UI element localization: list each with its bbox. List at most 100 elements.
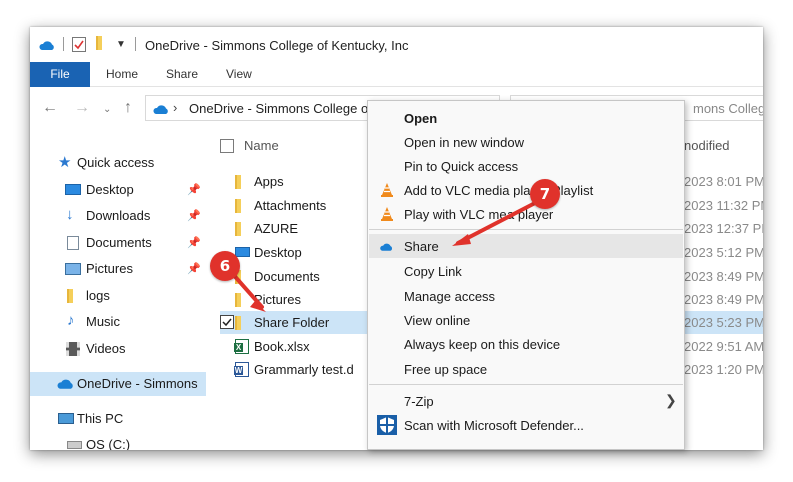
tab-view[interactable]: View [226,62,252,87]
file-name: Book.xlsx [254,339,310,354]
customize-toolbar-icon[interactable]: ▼ [116,39,126,50]
file-row-grammarly-test[interactable]: W Grammarly test.d [220,358,372,381]
menu-item-label: Free up space [404,362,488,377]
menu-item-open-new-window[interactable]: Open in new window [369,130,683,154]
tab-file[interactable]: File [30,62,90,87]
breadcrumb[interactable]: OneDrive - Simmons College o [189,101,368,116]
column-header-date-modified[interactable]: nodified [684,138,730,153]
nav-item-music[interactable]: ♪ Music [30,310,206,334]
tab-home[interactable]: Home [106,62,138,87]
file-row-desktop[interactable]: Desktop [220,241,372,264]
menu-item-label: Scan with Microsoft Defender... [404,418,584,433]
select-all-checkbox[interactable] [220,139,234,153]
file-name: Attachments [254,198,327,213]
row-checkbox[interactable] [220,315,234,329]
document-icon [67,236,79,250]
file-row-book-xlsx[interactable]: X Book.xlsx [220,335,372,358]
folder-icon [235,316,250,331]
nav-item-label: Music [86,314,120,329]
nav-item-label: logs [86,288,110,303]
folder-icon [235,222,250,237]
menu-item-share[interactable]: Share [369,234,683,258]
file-name: Apps [254,174,284,189]
folder-icon [235,199,250,214]
file-row-azure[interactable]: AZURE [220,217,372,240]
file-row-attachments[interactable]: Attachments [220,194,372,217]
vlc-icon [379,182,395,198]
menu-item-label-suffix: a player [507,207,554,222]
onedrive-icon [38,39,55,54]
file-row-share-folder[interactable]: Share Folder [220,311,372,334]
date-modified: 2023 1:20 PM [684,362,763,377]
menu-item-label: Open [404,111,438,126]
title-separator [63,37,64,51]
breadcrumb-chevron-icon[interactable]: › [173,100,177,115]
vlc-icon [379,206,395,222]
pin-icon: 📌 [187,210,201,222]
folder-icon [67,289,83,305]
nav-item-logs[interactable]: logs [30,284,206,308]
column-header-name[interactable]: Name [244,138,279,153]
word-icon: W [234,362,249,377]
nav-item-downloads[interactable]: ↓ Downloads 📌 [30,204,206,228]
menu-item-scan-defender[interactable]: Scan with Microsoft Defender... [369,413,683,437]
forward-arrow-icon[interactable]: → [74,100,90,116]
date-modified: 2022 9:51 AM [684,339,763,354]
menu-item-manage-access[interactable]: Manage access [369,284,683,308]
back-arrow-icon[interactable]: ← [42,100,58,116]
ribbon-tabs: File Home Share View [30,60,763,87]
menu-item-always-keep[interactable]: Always keep on this device [369,332,683,356]
menu-item-view-online[interactable]: View online [369,308,683,332]
window-title: OneDrive - Simmons College of Kentucky, … [145,38,409,53]
date-modified: 2023 11:32 PM [684,198,763,213]
file-name: Pictures [254,292,301,307]
menu-item-7-zip[interactable]: 7-Zip ❯ [369,389,683,413]
pictures-icon [65,263,81,275]
file-name: Share Folder [254,315,330,330]
submenu-chevron-icon: ❯ [665,392,677,408]
screenshot-stage: ▼ OneDrive - Simmons College of Kentucky… [0,0,793,482]
nav-item-label: Desktop [86,182,134,197]
file-row-pictures[interactable]: Pictures [220,288,372,311]
nav-item-onedrive[interactable]: OneDrive - Simmons [30,372,206,396]
menu-separator [369,229,683,230]
tab-share[interactable]: Share [166,62,198,87]
nav-item-label: OS (C:) [86,437,131,450]
excel-icon: X [234,339,249,354]
up-arrow-icon[interactable]: ↑ [124,100,132,116]
file-row-documents[interactable]: Documents [220,265,372,288]
menu-item-label: View online [404,313,471,328]
nav-item-desktop[interactable]: Desktop 📌 [30,178,206,202]
menu-item-copy-link[interactable]: Copy Link [369,259,683,283]
nav-item-label: OneDrive - Simmons [77,376,198,391]
menu-item-label: Play with VLC me [404,207,507,222]
nav-item-videos[interactable]: Videos [30,337,206,361]
file-row-apps[interactable]: Apps [220,170,372,193]
file-name: Documents [254,269,320,284]
nav-quick-access[interactable]: ★ Quick access [30,151,206,175]
recent-locations-chevron-icon[interactable]: ⌄ [103,103,111,117]
menu-item-free-up-space[interactable]: Free up space [369,357,683,381]
desktop-icon [235,247,250,257]
menu-item-label: 7-Zip [404,394,434,409]
menu-item-play-with-vlc[interactable]: Play with VLC me a player [369,202,683,226]
computer-icon [58,413,74,424]
properties-icon[interactable] [72,37,86,55]
folder-icon [235,175,250,190]
menu-item-label: Pin to Quick access [404,159,519,174]
date-modified: 2023 5:12 PM [684,245,763,260]
nav-item-documents[interactable]: Documents 📌 [30,231,206,255]
folder-icon [235,293,250,308]
videos-icon [66,342,80,356]
date-modified: 2023 5:23 PM [684,315,763,330]
nav-item-os-drive[interactable]: OS (C:) [30,433,206,450]
menu-separator [369,384,683,385]
menu-item-pin-quick-access[interactable]: Pin to Quick access [369,154,683,178]
menu-item-open[interactable]: Open [369,106,683,130]
onedrive-icon [152,103,169,118]
search-box-text: mons College [693,101,763,116]
nav-item-pictures[interactable]: Pictures 📌 [30,257,206,281]
menu-item-add-to-vlc-playlist[interactable]: Add to VLC media pla Playlist [369,178,683,202]
nav-item-this-pc[interactable]: This PC [30,407,206,431]
nav-item-label: Videos [86,341,126,356]
